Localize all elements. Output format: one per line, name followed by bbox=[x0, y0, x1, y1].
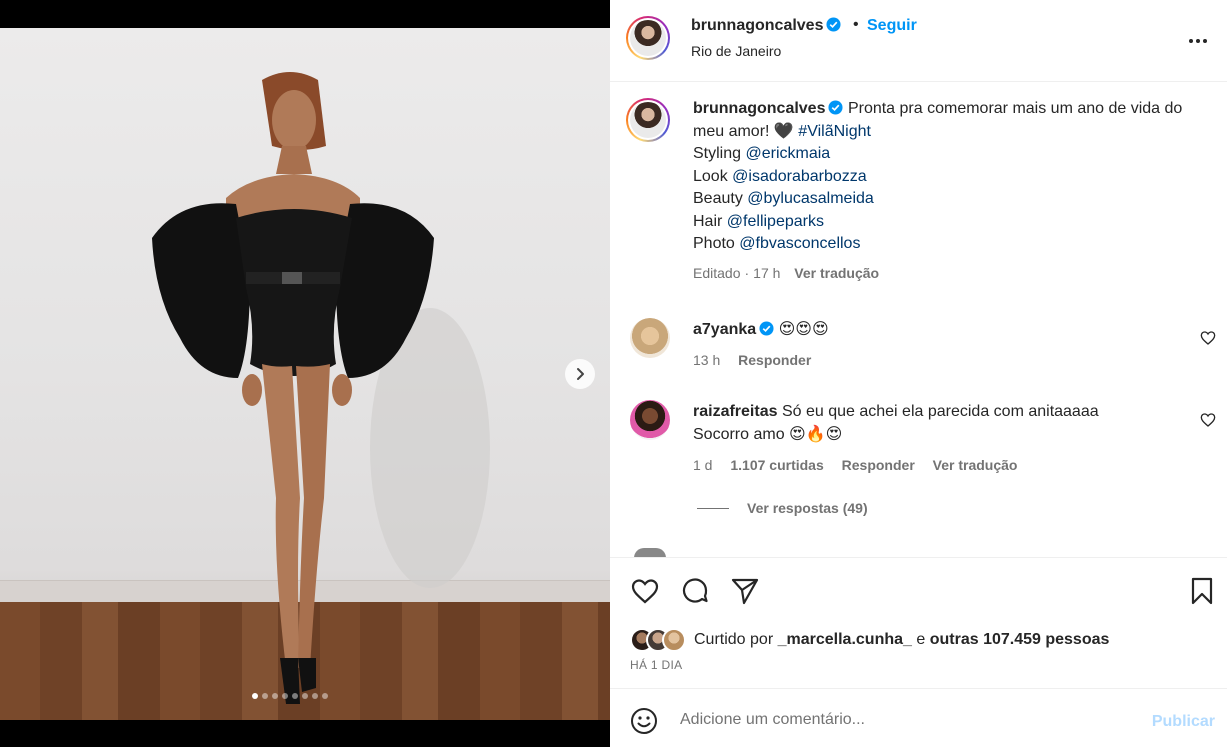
liker-avatars[interactable] bbox=[630, 628, 686, 652]
credit-label: Beauty bbox=[693, 190, 743, 207]
replies-divider bbox=[697, 507, 729, 509]
share-send-icon[interactable] bbox=[730, 576, 760, 606]
credit-handle[interactable]: @fellipeparks bbox=[727, 213, 824, 230]
follow-button[interactable]: Seguir bbox=[867, 17, 917, 35]
comment-time[interactable]: 13 h bbox=[693, 352, 720, 368]
comment-body: raizafreitas Só eu que achei ela parecid… bbox=[693, 400, 1153, 477]
translate-comment-button[interactable]: Ver tradução bbox=[933, 457, 1018, 473]
carousel-dot bbox=[322, 693, 328, 699]
commenter-avatar[interactable] bbox=[630, 318, 670, 358]
view-replies-label[interactable]: Ver respostas (49) bbox=[747, 500, 868, 516]
credit-handle[interactable]: @bylucasalmeida bbox=[747, 190, 874, 207]
verified-badge-icon bbox=[826, 17, 842, 32]
like-comment-heart-icon[interactable] bbox=[1200, 412, 1216, 428]
liker-username[interactable]: _marcella.cunha_ bbox=[778, 631, 912, 648]
likes-text: Curtido por _marcella.cunha_ e outras 10… bbox=[694, 631, 1109, 649]
carousel-dot bbox=[312, 693, 318, 699]
author-username[interactable]: brunnagoncalves bbox=[691, 17, 842, 35]
post-caption: brunnagoncalves Pronta pra comemorar mai… bbox=[626, 98, 1216, 284]
caption-hashtag[interactable]: #VilãNight bbox=[798, 123, 871, 140]
comment-time[interactable]: 1 d bbox=[693, 457, 712, 473]
post-actions: Curtido por _marcella.cunha_ e outras 10… bbox=[610, 557, 1227, 687]
credit-label: Look bbox=[693, 167, 728, 185]
verified-badge-icon bbox=[828, 100, 844, 115]
caption-author-avatar[interactable] bbox=[626, 98, 670, 142]
carousel-dot bbox=[282, 693, 288, 699]
post-media bbox=[0, 0, 610, 747]
credit-label: Photo bbox=[693, 235, 735, 252]
post-date[interactable]: HÁ 1 DIA bbox=[630, 658, 682, 672]
caption-username[interactable]: brunnagoncalves bbox=[693, 100, 825, 117]
comment-item: a7yanka 😍😍😍 13 h Responder bbox=[626, 318, 1216, 372]
credit-label: Styling bbox=[693, 145, 742, 162]
comment-input[interactable] bbox=[680, 707, 1120, 733]
comment-username[interactable]: raizafreitas bbox=[693, 403, 778, 420]
carousel-dot bbox=[252, 693, 258, 699]
like-comment-heart-icon[interactable] bbox=[1200, 330, 1216, 346]
carousel-dot bbox=[262, 693, 268, 699]
comment-meta: 1 d 1.107 curtidas Responder Ver traduçã… bbox=[693, 454, 1153, 477]
liker-avatar bbox=[662, 628, 686, 652]
likes-summary: Curtido por _marcella.cunha_ e outras 10… bbox=[630, 628, 1109, 652]
carousel-dot bbox=[292, 693, 298, 699]
emoji-picker-icon[interactable] bbox=[630, 707, 658, 735]
caption-time[interactable]: 17 h bbox=[753, 265, 780, 281]
comment-item: raizafreitas Só eu que achei ela parecid… bbox=[626, 400, 1216, 477]
like-heart-icon[interactable] bbox=[630, 576, 660, 606]
edited-label: Editado bbox=[693, 264, 741, 281]
more-options-icon[interactable] bbox=[1187, 30, 1209, 52]
credit-handle[interactable]: @erickmaia bbox=[745, 145, 830, 162]
credit-label: Hair bbox=[693, 212, 723, 230]
likes-connector: e bbox=[916, 631, 926, 648]
comment-text: 😍😍😍 bbox=[778, 321, 829, 338]
comment-meta: 13 h Responder bbox=[693, 349, 1153, 372]
post-photo bbox=[0, 28, 610, 720]
post-side-panel: brunnagoncalves • Seguir Rio de Janeiro … bbox=[610, 0, 1227, 747]
verified-badge-icon bbox=[759, 321, 774, 336]
save-bookmark-icon[interactable] bbox=[1187, 576, 1217, 606]
reply-button[interactable]: Responder bbox=[738, 352, 811, 368]
caption-body: brunnagoncalves Pronta pra comemorar mai… bbox=[693, 98, 1216, 284]
comment-likes[interactable]: 1.107 curtidas bbox=[730, 457, 823, 473]
add-comment-bar: Publicar bbox=[610, 688, 1227, 747]
post-location[interactable]: Rio de Janeiro bbox=[691, 43, 781, 59]
header-separator: • bbox=[853, 16, 859, 33]
comment-body: a7yanka 😍😍😍 13 h Responder bbox=[693, 318, 1153, 372]
credit-handle[interactable]: @isadorabarbozza bbox=[732, 168, 867, 185]
comment-bubble-icon[interactable] bbox=[680, 576, 710, 606]
credit-handle[interactable]: @fbvasconcellos bbox=[739, 235, 860, 252]
carousel-indicator bbox=[252, 693, 328, 699]
translate-caption-button[interactable]: Ver tradução bbox=[794, 265, 879, 281]
likes-others-count[interactable]: outras 107.459 pessoas bbox=[930, 631, 1110, 648]
carousel-dot bbox=[272, 693, 278, 699]
author-username-text[interactable]: brunnagoncalves bbox=[691, 17, 823, 34]
chevron-right-icon bbox=[577, 368, 584, 380]
photo-figure bbox=[152, 72, 490, 704]
comment-username[interactable]: a7yanka bbox=[693, 321, 756, 338]
carousel-dot bbox=[302, 693, 308, 699]
carousel-next-button[interactable] bbox=[565, 359, 595, 389]
author-avatar[interactable] bbox=[626, 16, 670, 60]
view-replies-button[interactable]: Ver respostas (49) bbox=[697, 500, 868, 516]
caption-meta: Editado · 17 h Ver tradução bbox=[693, 264, 880, 281]
likes-prefix: Curtido por bbox=[694, 631, 774, 648]
post-header: brunnagoncalves • Seguir Rio de Janeiro bbox=[610, 0, 1227, 82]
reply-button[interactable]: Responder bbox=[842, 457, 915, 473]
publish-button[interactable]: Publicar bbox=[1152, 713, 1215, 731]
commenter-avatar[interactable] bbox=[630, 400, 670, 440]
